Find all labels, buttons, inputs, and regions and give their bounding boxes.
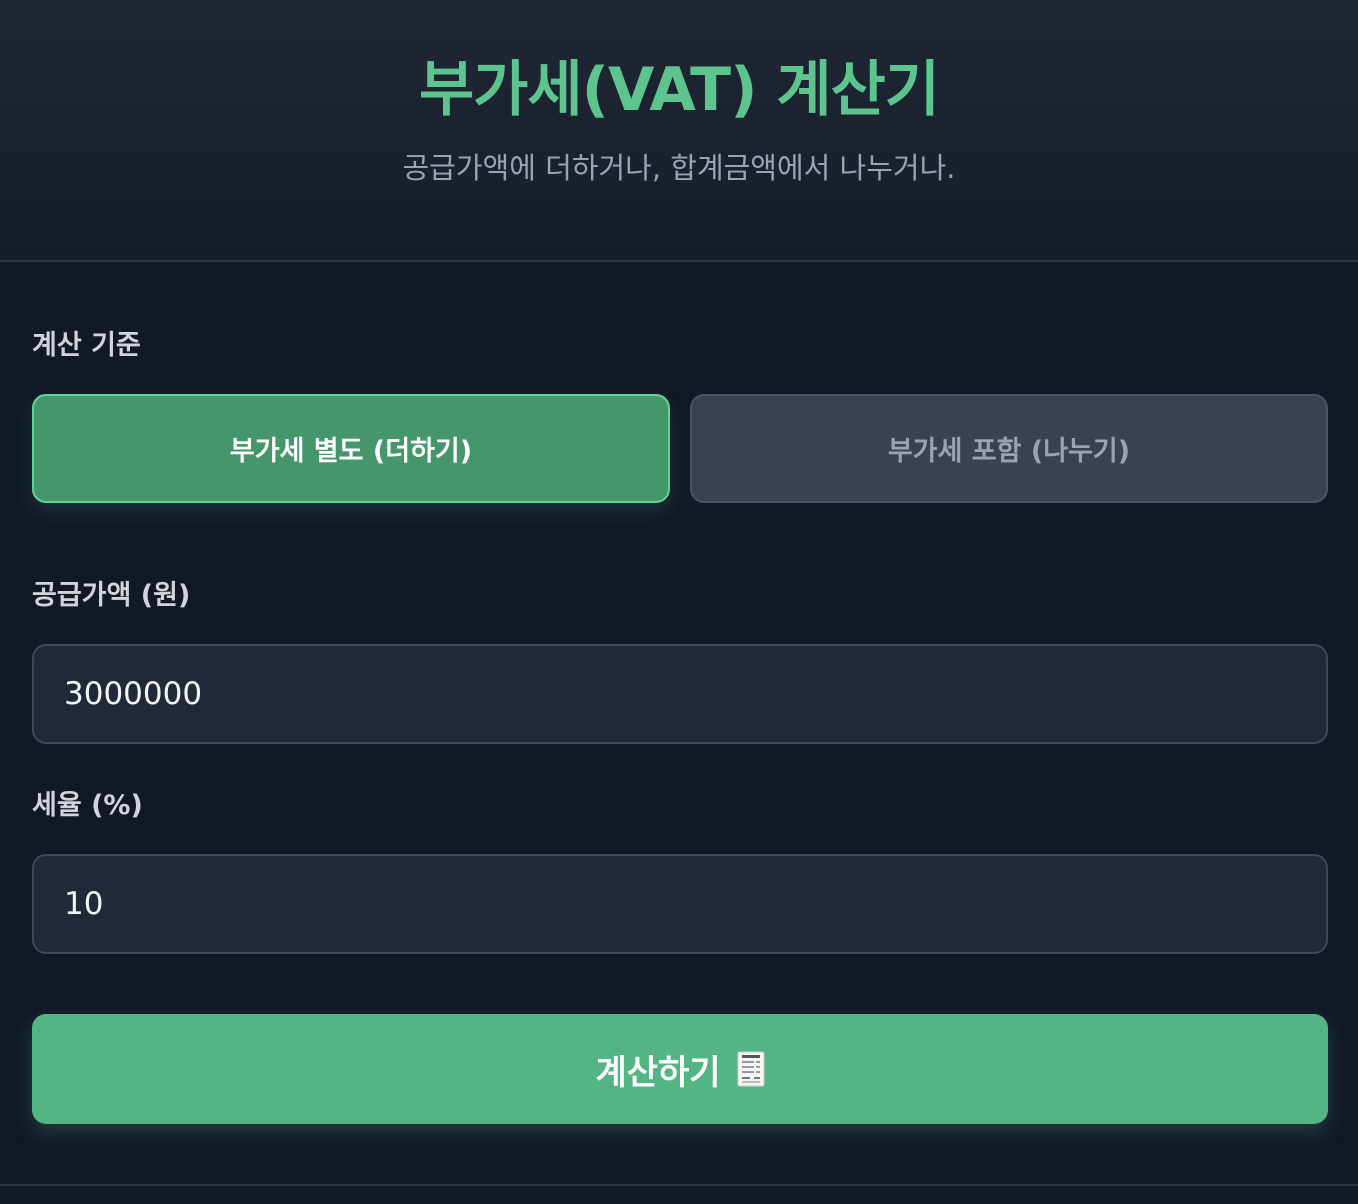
supply-amount-input[interactable]: 3000000: [32, 644, 1328, 744]
mode-option-exclusive-label: 부가세 별도 (더하기): [229, 436, 473, 467]
supply-amount-value: 3000000: [64, 676, 203, 712]
app-header: 부가세(VAT) 계산기 공급가액에 더하거나, 합계금액에서 나누거나.: [0, 0, 1358, 262]
calculate-button[interactable]: 계산하기: [32, 1014, 1328, 1124]
mode-option-exclusive-button[interactable]: 부가세 별도 (더하기): [32, 394, 670, 503]
page-subtitle: 공급가액에 더하거나, 합계금액에서 나누거나.: [402, 151, 956, 185]
tax-rate-label: 세율 (%): [32, 790, 143, 821]
supply-amount-label: 공급가액 (원): [32, 580, 191, 611]
page-title: 부가세(VAT) 계산기: [418, 55, 940, 125]
tax-rate-value: 10: [64, 886, 104, 922]
mode-option-inclusive-button[interactable]: 부가세 포함 (나누기): [690, 394, 1328, 503]
bottom-divider: [0, 1184, 1358, 1186]
mode-option-inclusive-label: 부가세 포함 (나누기): [887, 436, 1131, 467]
receipt-icon: [737, 1051, 765, 1087]
mode-label: 계산 기준: [32, 330, 141, 361]
calculate-button-label: 계산하기: [595, 1052, 721, 1093]
tax-rate-input[interactable]: 10: [32, 854, 1328, 954]
